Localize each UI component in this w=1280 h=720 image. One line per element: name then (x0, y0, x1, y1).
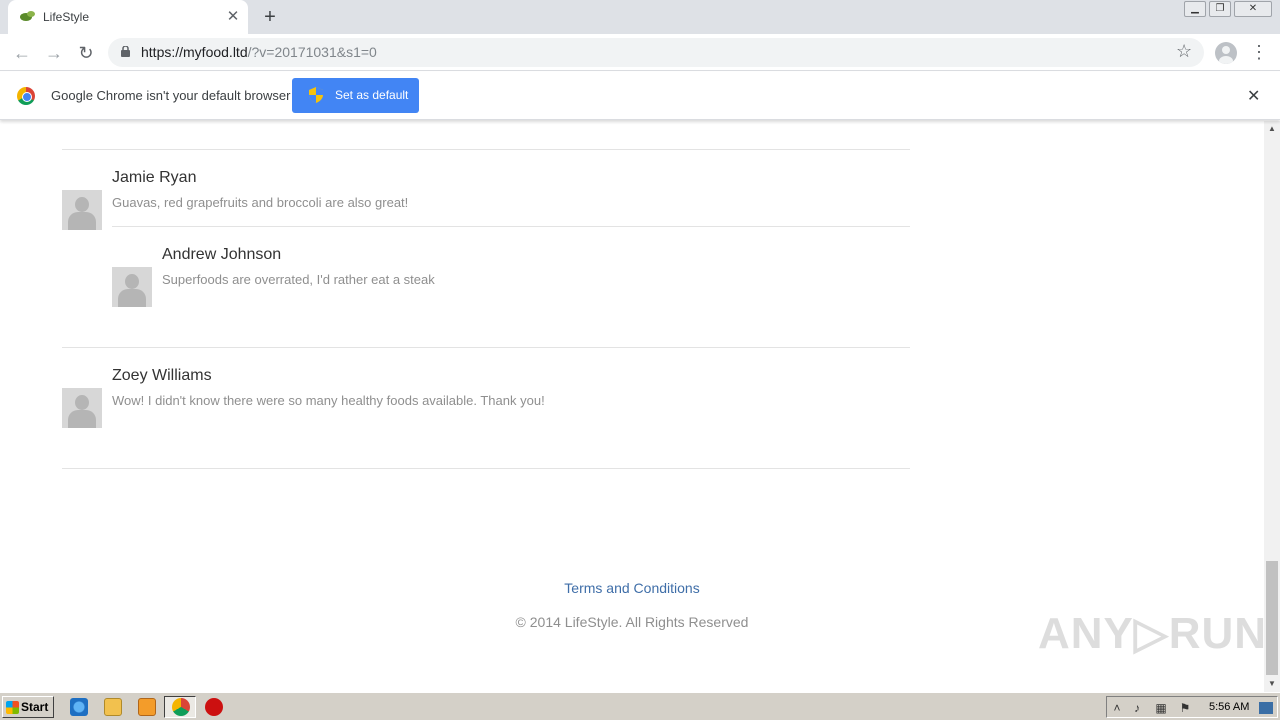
page-scrollbar[interactable]: ▲ ▼ (1264, 121, 1280, 692)
divider (62, 149, 910, 150)
speaker-icon[interactable]: ♪ (1129, 700, 1145, 716)
divider (62, 468, 910, 469)
avatar (62, 190, 102, 230)
bookmark-star-icon[interactable]: ☆ (1176, 41, 1192, 62)
lock-icon (121, 46, 130, 57)
chrome-taskbar-button[interactable] (164, 696, 196, 718)
forward-arrow-icon[interactable]: → (42, 41, 66, 65)
back-arrow-icon[interactable]: ← (10, 41, 34, 65)
default-browser-infobar: Google Chrome isn't your default browser… (0, 72, 1280, 120)
scroll-up-arrow-icon[interactable]: ▲ (1264, 123, 1280, 135)
start-label: Start (21, 700, 49, 714)
chrome-menu-icon[interactable]: ⋮ (1250, 40, 1268, 64)
url-path: /?v=20171031&s1=0 (247, 44, 377, 60)
system-tray: ˄ ♪ ▦ ⚑ 5:56 AM (1106, 696, 1278, 718)
comment-author: Andrew Johnson (162, 246, 282, 263)
minimize-button[interactable]: ▁ (1184, 1, 1206, 17)
url-host: https://myfood.ltd (141, 44, 248, 60)
profile-avatar-icon[interactable] (1215, 42, 1237, 64)
infobar-close-icon[interactable]: ✕ (1247, 86, 1260, 106)
show-desktop-icon[interactable] (1259, 702, 1273, 714)
comment-text: Wow! I didn't know there were so many he… (112, 393, 545, 408)
page-content: Jamie Ryan Guavas, red grapefruits and b… (0, 121, 1264, 692)
chrome-icon (172, 698, 190, 716)
internet-explorer-icon[interactable] (70, 698, 88, 716)
tab-strip: LifeStyle ✕ + ▁ ❐ ✕ (0, 0, 1280, 34)
folder-icon[interactable] (104, 698, 122, 716)
reload-icon[interactable]: ↻ (74, 41, 98, 65)
infobar-message: Google Chrome isn't your default browser (51, 88, 291, 103)
browser-toolbar: ← → ↻ https://myfood.ltd/?v=20171031&s1=… (0, 34, 1280, 71)
avatar (62, 388, 102, 428)
url-text: https://myfood.ltd/?v=20171031&s1=0 (141, 44, 377, 60)
network-icon[interactable]: ▦ (1153, 700, 1169, 716)
action-center-flag-icon[interactable]: ⚑ (1177, 700, 1193, 716)
comment-text: Superfoods are overrated, I'd rather eat… (162, 272, 435, 287)
windows-taskbar: Start ˄ ♪ ▦ ⚑ 5:56 AM (0, 692, 1280, 720)
terms-link[interactable]: Terms and Conditions (0, 580, 1264, 596)
uac-shield-icon (309, 87, 323, 103)
chrome-logo-icon (17, 87, 35, 105)
stop-icon[interactable] (205, 698, 223, 716)
clock[interactable]: 5:56 AM (1209, 701, 1249, 713)
address-bar[interactable]: https://myfood.ltd/?v=20171031&s1=0 ☆ (108, 38, 1204, 67)
comment-author: Zoey Williams (112, 367, 212, 384)
set-as-default-label: Set as default (335, 88, 409, 102)
anyrun-watermark: ANY▷RUN (1038, 609, 1268, 658)
tray-expand-icon[interactable]: ˄ (1109, 700, 1125, 716)
comment-text: Guavas, red grapefruits and broccoli are… (112, 195, 409, 210)
set-as-default-button[interactable]: Set as default (292, 78, 419, 113)
start-button[interactable]: Start (2, 696, 54, 718)
lifestyle-favicon-icon (20, 11, 35, 21)
new-tab-button[interactable]: + (259, 6, 281, 28)
restore-button[interactable]: ❐ (1209, 1, 1231, 17)
media-player-icon[interactable] (138, 698, 156, 716)
browser-tab[interactable]: LifeStyle ✕ (8, 0, 248, 34)
windows-logo-icon (6, 701, 19, 714)
tab-close-icon[interactable]: ✕ (224, 8, 242, 26)
divider (112, 226, 910, 227)
tab-title: LifeStyle (43, 10, 90, 24)
avatar (112, 267, 152, 307)
scroll-thumb[interactable] (1266, 561, 1278, 675)
divider (62, 347, 910, 348)
scroll-down-arrow-icon[interactable]: ▼ (1264, 678, 1280, 690)
close-window-button[interactable]: ✕ (1234, 1, 1272, 17)
comment-author: Jamie Ryan (112, 169, 197, 186)
